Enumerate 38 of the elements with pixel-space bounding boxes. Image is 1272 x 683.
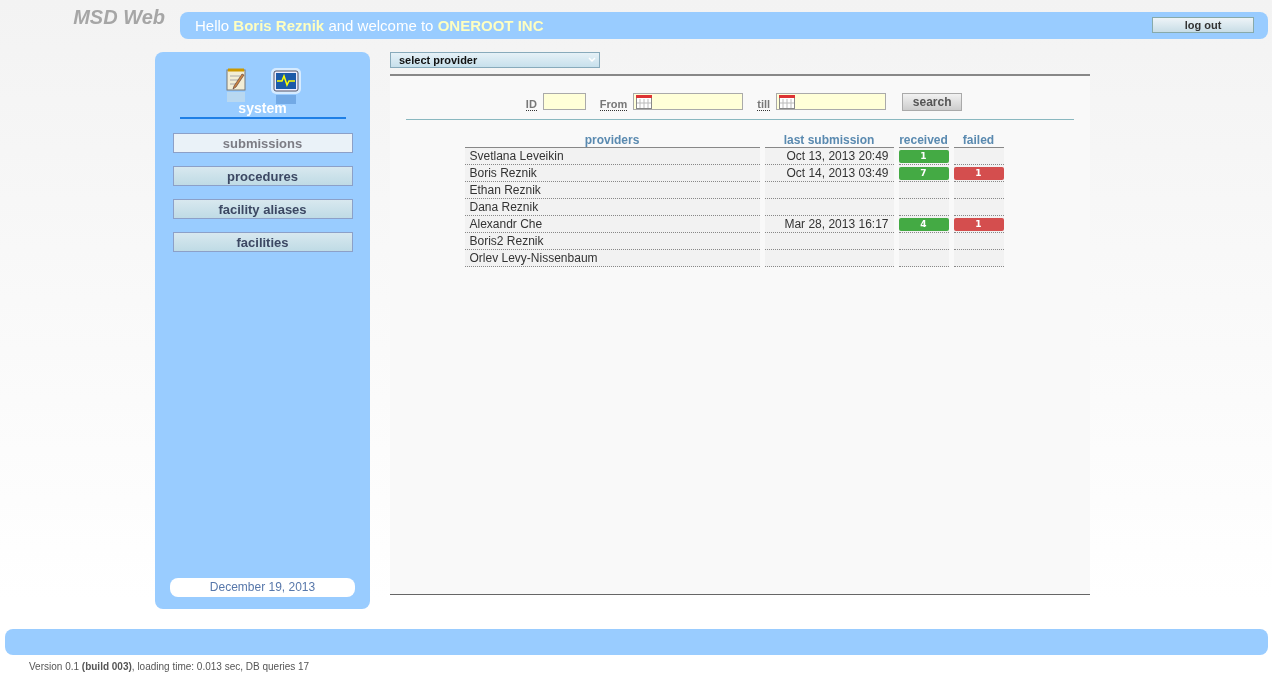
section-label: system xyxy=(179,100,346,119)
received-count-badge[interactable]: 7 xyxy=(898,166,949,180)
failed-count-badge[interactable]: 1 xyxy=(953,166,1004,180)
nav-button[interactable]: facility aliases xyxy=(172,199,353,219)
provider-cell: Orlev Levy-Nissenbaum xyxy=(464,250,760,267)
app-logo: MSD Web xyxy=(72,6,166,29)
notepad-icon[interactable] xyxy=(224,68,247,104)
date-label: December 19, 2013 xyxy=(170,578,355,597)
date-cell: Mar 28, 2013 16:17 xyxy=(764,216,894,233)
nav-button[interactable]: facilities xyxy=(172,232,353,252)
provider-cell: Ethan Reznik xyxy=(464,182,760,199)
date-cell: Oct 14, 2013 03:49 xyxy=(764,165,894,182)
nav-button[interactable]: procedures xyxy=(172,166,353,186)
nav-button[interactable]: submissions xyxy=(172,133,353,153)
provider-cell: Alexandr Che xyxy=(464,216,760,233)
provider-cell: Svetlana Leveikin xyxy=(464,148,760,165)
calendar-icon[interactable] xyxy=(779,95,796,109)
till-date-field[interactable] xyxy=(776,93,887,110)
search-button[interactable]: search xyxy=(902,92,963,111)
from-label: From xyxy=(599,92,628,111)
calendar-icon[interactable] xyxy=(636,95,653,109)
from-date-field[interactable] xyxy=(633,93,744,110)
provider-cell: Boris Reznik xyxy=(464,165,760,182)
received-count-badge[interactable]: 4 xyxy=(898,217,949,231)
provider-cell: Boris2 Reznik xyxy=(464,233,760,250)
received-count-badge[interactable]: 1 xyxy=(898,149,949,163)
monitor-icon[interactable] xyxy=(270,68,301,104)
till-label: till xyxy=(757,92,771,111)
provider-select[interactable]: select provider xyxy=(390,52,600,68)
date-cell: Oct 13, 2013 20:49 xyxy=(764,148,894,165)
chevron-down-icon xyxy=(588,57,596,63)
provider-cell: Dana Reznik xyxy=(464,199,760,216)
version-text: Version 0.1 (build 003), loading time: 0.013 sec, DB queries 17 xyxy=(29,661,311,672)
id-field[interactable] xyxy=(542,93,586,110)
greeting-text: Hello Boris Reznik and welcome to ONEROOT INC xyxy=(195,16,544,34)
failed-count-badge[interactable]: 1 xyxy=(953,217,1004,231)
logout-button[interactable]: log out xyxy=(1152,17,1254,33)
id-label: ID xyxy=(525,92,537,111)
